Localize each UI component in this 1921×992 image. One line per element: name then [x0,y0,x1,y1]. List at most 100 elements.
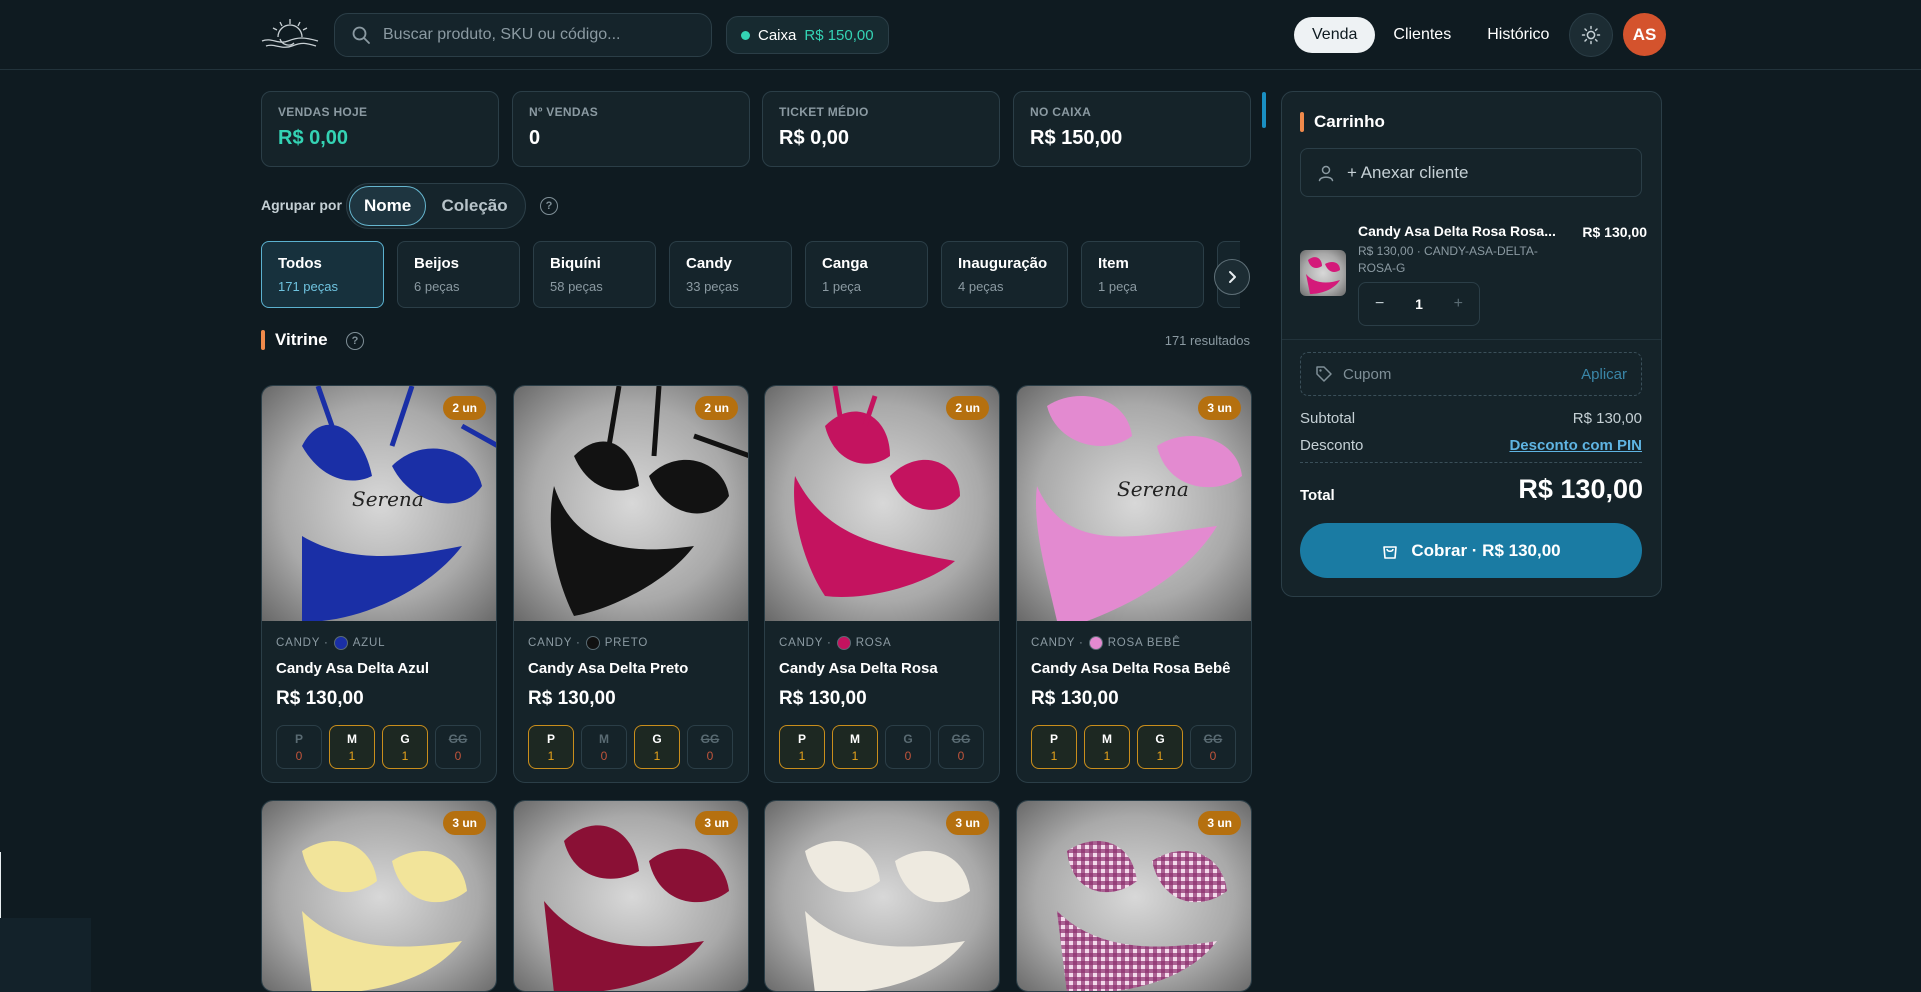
discount-label: Desconto [1300,437,1364,454]
product-collection: CANDY · [276,637,329,649]
size-option-gg: GG 0 [687,725,733,769]
stock-badge: 2 un [946,396,989,420]
group-option-nome[interactable]: Nome [349,186,427,226]
size-option-p[interactable]: P1 [779,725,825,769]
category-count: 33 peças [686,279,739,294]
svg-text:Serena: Serena [1117,477,1189,501]
product-color: ROSA [855,637,892,649]
size-stock: 0 [706,748,714,763]
user-avatar[interactable]: AS [1623,13,1666,56]
product-card[interactable]: 3 un [513,800,749,992]
product-image: Serena [1017,386,1251,621]
category-count: 58 peças [550,279,603,294]
product-card[interactable]: 3 un [764,800,1000,992]
cash-register-status[interactable]: Caixa R$ 150,00 [726,16,889,54]
size-option-g[interactable]: G1 [382,725,428,769]
size-options: P1 M0 G1 GG 0 [528,725,740,769]
search-input[interactable] [383,26,703,44]
category-biquini[interactable]: Biquíni 58 peças [533,241,656,308]
search-icon [352,26,370,44]
size-stock: 1 [798,748,806,763]
category-canga[interactable]: Canga 1 peça [805,241,928,308]
product-card[interactable]: Serena 2 un CANDY · AZUL Candy Asa Delta… [261,385,497,783]
size-option-m[interactable]: M1 [329,725,375,769]
corner-overlay [0,918,91,992]
brand-logo[interactable] [260,15,320,55]
stock-badge: 3 un [695,811,738,835]
size-stock: 1 [1050,748,1058,763]
product-meta: CANDY · ROSA [779,636,891,650]
category-count: 1 peça [822,279,862,294]
size-label: M [347,731,357,746]
nav-clientes[interactable]: Clientes [1375,17,1469,53]
size-stock: 1 [851,748,859,763]
scroll-indicator [1262,92,1266,128]
product-card[interactable]: 3 un [1016,800,1252,992]
size-label: G [400,731,410,746]
coupon-field[interactable]: Cupom Aplicar [1300,352,1642,396]
nav-historico[interactable]: Histórico [1469,17,1567,53]
decrease-button[interactable]: − [1375,295,1384,313]
product-name: Candy Asa Delta Rosa Bebê [1031,660,1231,677]
help-icon[interactable]: ? [540,197,558,215]
category-name: Beijos [414,255,460,272]
group-by-toggle: Nome Coleção [346,183,526,229]
stat-no-caixa: NO CAIXA R$ 150,00 [1013,91,1251,167]
checkout-button[interactable]: Cobrar · R$ 130,00 [1300,523,1642,578]
color-swatch [836,636,851,650]
stock-badge: 3 un [443,811,486,835]
size-stock: 0 [904,748,912,763]
size-option-g[interactable]: G1 [634,725,680,769]
product-image [514,386,748,621]
search-box[interactable] [334,13,712,57]
size-option-p[interactable]: P1 [1031,725,1077,769]
product-price: R$ 130,00 [276,688,364,709]
product-card[interactable]: Serena 3 un CANDY · ROSA BEBÊ Candy Asa … [1016,385,1252,783]
size-option-g[interactable]: G1 [1137,725,1183,769]
product-color: ROSA BEBÊ [1107,637,1181,649]
size-option-m[interactable]: M1 [1084,725,1130,769]
nav-venda[interactable]: Venda [1294,17,1376,53]
size-label: G [903,731,913,746]
size-stock: 0 [1209,748,1217,763]
group-option-colecao[interactable]: Coleção [426,186,523,226]
category-name: Canga [822,255,868,272]
main-nav: Venda Clientes Histórico [1294,17,1567,53]
size-label: P [294,731,303,746]
theme-toggle-button[interactable] [1569,13,1613,57]
help-icon[interactable]: ? [346,332,364,350]
category-candy[interactable]: Candy 33 peças [669,241,792,308]
category-next-button[interactable] [1214,259,1250,295]
top-bar: Caixa R$ 150,00 Venda Clientes Histórico… [0,0,1921,70]
caixa-value: R$ 150,00 [804,26,874,44]
size-options: P0 M1 G1 GG 0 [276,725,488,769]
discount-pin-link[interactable]: Desconto com PIN [1509,437,1642,454]
stat-vendas-hoje: VENDAS HOJE R$ 0,00 [261,91,499,167]
increase-button[interactable]: + [1454,295,1463,313]
product-card[interactable]: 2 un CANDY · PRETO Candy Asa Delta Preto… [513,385,749,783]
product-color: PRETO [604,637,649,649]
attach-customer-button[interactable]: + Anexar cliente [1300,148,1642,197]
color-swatch [333,636,348,650]
apply-coupon-button[interactable]: Aplicar [1581,366,1627,383]
product-color: AZUL [352,637,386,649]
status-dot [741,30,750,40]
category-name: Item [1098,255,1129,272]
size-label: GG [448,731,468,746]
category-beijos[interactable]: Beijos 6 peças [397,241,520,308]
cart-item-thumbnail [1300,250,1346,296]
cart-panel: Carrinho + Anexar cliente Candy Asa Delt… [1281,91,1662,597]
size-option-p[interactable]: P1 [528,725,574,769]
category-todos[interactable]: Todos 171 peças [261,241,384,308]
product-card[interactable]: 2 un CANDY · ROSA Candy Asa Delta Rosa R… [764,385,1000,783]
category-inauguracao[interactable]: Inauguração 4 peças [941,241,1068,308]
size-option-m: M0 [581,725,627,769]
size-option-m[interactable]: M1 [832,725,878,769]
product-card[interactable]: 3 un [261,800,497,992]
category-item[interactable]: Item 1 peça [1081,241,1204,308]
subtotal-label: Subtotal [1300,410,1356,427]
coupon-input[interactable]: Cupom [1343,366,1581,383]
size-stock: 1 [547,748,555,763]
product-collection: CANDY · [528,637,581,649]
discount-row: Desconto Desconto com PIN [1300,437,1642,454]
